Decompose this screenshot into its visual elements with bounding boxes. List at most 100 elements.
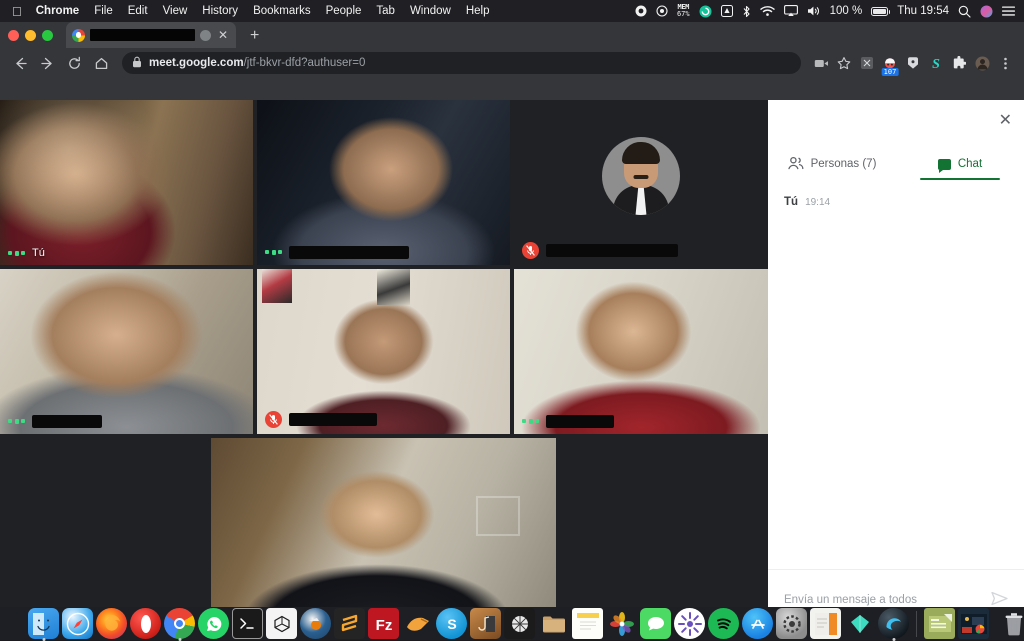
maximize-window-button[interactable]: [42, 30, 53, 41]
grammarly-s-icon[interactable]: S: [925, 52, 947, 74]
audio-playing-icon[interactable]: [199, 29, 211, 41]
minimize-window-button[interactable]: [25, 30, 36, 41]
close-icon[interactable]: ✕: [999, 113, 1012, 129]
notification-extension-icon[interactable]: 107: [879, 52, 901, 76]
browser-tab-meet[interactable]: ✕: [66, 22, 236, 48]
location-icon[interactable]: [656, 5, 668, 17]
menu-item-history[interactable]: History: [202, 5, 238, 17]
menu-item-tab[interactable]: Tab: [376, 5, 395, 17]
reload-icon[interactable]: [62, 51, 86, 75]
avatar-moustache: [633, 175, 649, 180]
airplay-icon[interactable]: [783, 5, 798, 17]
dock-item-app-store[interactable]: [742, 608, 773, 639]
record-icon[interactable]: [635, 5, 647, 17]
control-center-icon[interactable]: [1002, 5, 1015, 17]
chrome-browser-window: ✕ + meet.google.com/jtf-bkvr-dfd?authuse…: [0, 22, 1024, 629]
menu-item-help[interactable]: Help: [466, 5, 490, 17]
participant-tile-3[interactable]: [514, 100, 768, 265]
volume-icon[interactable]: [807, 5, 821, 17]
menu-bar-clock[interactable]: Thu 19:54: [897, 5, 949, 17]
participant-tile-4[interactable]: [0, 269, 253, 434]
participant-tile-self[interactable]: Tú: [0, 100, 253, 265]
menu-item-people[interactable]: People: [326, 5, 362, 17]
dock-item-firefox[interactable]: [96, 608, 127, 639]
siri-icon[interactable]: [980, 5, 993, 18]
dock-item-system-preferences[interactable]: [776, 608, 807, 639]
spotlight-search-icon[interactable]: [958, 5, 971, 18]
home-icon[interactable]: [89, 51, 113, 75]
extensions-puzzle-icon[interactable]: [948, 52, 970, 74]
address-bar[interactable]: meet.google.com/jtf-bkvr-dfd?authuser=0: [122, 52, 801, 74]
dock-item-photo-app[interactable]: [674, 608, 705, 639]
menu-item-chrome[interactable]: Chrome: [36, 5, 79, 17]
dock-item-filezilla[interactable]: Fz: [368, 608, 399, 639]
dock-item-messages[interactable]: [640, 608, 671, 639]
menu-item-view[interactable]: View: [163, 5, 188, 17]
menu-item-edit[interactable]: Edit: [128, 5, 148, 17]
three-dot-menu-icon[interactable]: [994, 52, 1016, 74]
dock-item-vlc[interactable]: [504, 608, 535, 639]
grammarly-icon[interactable]: [699, 5, 712, 18]
participant-name-redacted: [289, 246, 409, 259]
dock-item-notes[interactable]: [572, 608, 603, 639]
dock-item-folder[interactable]: [538, 608, 569, 639]
drive-icon[interactable]: [720, 5, 733, 17]
new-tab-button[interactable]: +: [250, 28, 259, 48]
menu-item-window[interactable]: Window: [410, 5, 451, 17]
dock-item-safari[interactable]: [62, 608, 93, 639]
close-icon[interactable]: ✕: [216, 29, 230, 41]
video-overlay: [0, 100, 253, 265]
dock-item-microsoft-edge[interactable]: [878, 608, 909, 639]
svg-text:S: S: [932, 57, 940, 71]
apple-logo-icon[interactable]: : [12, 5, 22, 18]
dock-stack-downloads[interactable]: [958, 608, 989, 639]
dock-item-spotify[interactable]: [708, 608, 739, 639]
participant-name: Tú: [32, 247, 45, 259]
dock-item-unity[interactable]: [266, 608, 297, 639]
profile-avatar-icon[interactable]: [971, 52, 993, 74]
back-arrow-icon[interactable]: [8, 51, 32, 75]
forward-arrow-icon[interactable]: [35, 51, 59, 75]
battery-icon[interactable]: [871, 6, 891, 16]
dock-item-terminal[interactable]: [232, 608, 263, 639]
speaking-indicator-icon: [8, 250, 25, 256]
svg-text:Fz: Fz: [375, 617, 392, 634]
memory-monitor-icon[interactable]: MEM 67%: [677, 4, 690, 18]
dock-item-sketch[interactable]: [844, 608, 875, 639]
participant-name-redacted: [546, 415, 614, 428]
panel-close-row: ✕: [768, 100, 1024, 142]
screenshot-extension-icon[interactable]: [856, 52, 878, 74]
dock-item-blender[interactable]: [300, 608, 331, 639]
tab-chat[interactable]: Chat: [896, 142, 1024, 186]
pocket-extension-icon[interactable]: [902, 52, 924, 74]
participant-tile-5[interactable]: [257, 269, 510, 434]
window-traffic-lights[interactable]: [8, 30, 53, 41]
chat-input[interactable]: Envía un mensaje a todos: [784, 594, 983, 606]
dock-item-shotcut[interactable]: [402, 608, 433, 639]
participant-name-redacted: [32, 415, 102, 428]
participant-tile-2[interactable]: [257, 100, 510, 265]
lock-icon: [132, 56, 142, 71]
dock-item-opera[interactable]: [130, 608, 161, 639]
participant-tile-6[interactable]: [514, 269, 768, 434]
dock-item-trash[interactable]: [998, 608, 1024, 639]
dock-item-finder[interactable]: [28, 608, 59, 639]
dock-item-photos[interactable]: [606, 608, 637, 639]
camera-video-icon[interactable]: [810, 52, 832, 74]
menu-item-bookmarks[interactable]: Bookmarks: [253, 5, 311, 17]
dock-item-garageband[interactable]: [470, 608, 501, 639]
dock-item-chrome[interactable]: [164, 608, 195, 639]
menu-item-file[interactable]: File: [94, 5, 113, 17]
dock-item-skype[interactable]: S: [436, 608, 467, 639]
participant-tile-7[interactable]: [211, 438, 556, 629]
bluetooth-icon[interactable]: [742, 5, 751, 18]
close-window-button[interactable]: [8, 30, 19, 41]
tab-personas[interactable]: Personas (7): [768, 142, 896, 186]
dock-item-keynote[interactable]: [810, 608, 841, 639]
dock-stack-documents[interactable]: [924, 608, 955, 639]
send-icon[interactable]: [991, 591, 1008, 609]
star-icon[interactable]: [833, 52, 855, 74]
dock-item-sublime-text[interactable]: [334, 608, 365, 639]
wifi-icon[interactable]: [759, 5, 775, 17]
dock-item-whatsapp[interactable]: [198, 608, 229, 639]
